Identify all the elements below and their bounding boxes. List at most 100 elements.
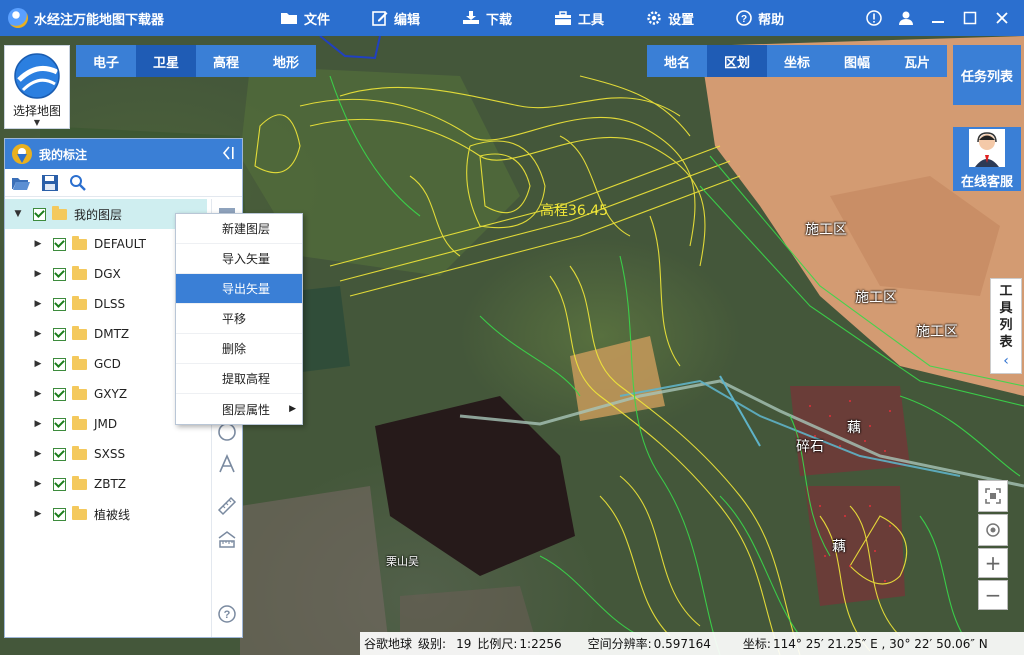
search-button[interactable] bbox=[69, 174, 87, 192]
window-controls bbox=[858, 0, 1018, 36]
online-service-label: 在线客服 bbox=[960, 175, 1013, 190]
status-bar: 谷歌地球 级别: 19 比例尺: 1:2256 空间分辨率: 0.597164 … bbox=[360, 632, 1024, 655]
circle-icon bbox=[218, 423, 236, 441]
menu-item-extract-elevation[interactable]: 提取高程 bbox=[176, 364, 302, 394]
collapse-panel-icon[interactable] bbox=[220, 145, 236, 161]
save-button[interactable] bbox=[41, 174, 59, 192]
tab-division[interactable]: 区划 bbox=[707, 45, 767, 77]
fullscreen-button[interactable] bbox=[978, 480, 1008, 512]
layer-checkbox[interactable] bbox=[53, 237, 66, 251]
map-source: 谷歌地球 bbox=[364, 637, 413, 651]
layer-checkbox[interactable] bbox=[53, 417, 66, 431]
menu-item-import-vector[interactable]: 导入矢量 bbox=[176, 244, 302, 274]
layer-checkbox[interactable] bbox=[33, 207, 46, 221]
expand-right-icon[interactable]: ▶ bbox=[31, 239, 45, 249]
tab-sheet[interactable]: 图幅 bbox=[827, 45, 887, 77]
text-tool[interactable] bbox=[216, 453, 238, 475]
folder-icon bbox=[72, 295, 87, 310]
layer-checkbox[interactable] bbox=[53, 477, 66, 491]
info-button[interactable] bbox=[858, 0, 890, 36]
layer-checkbox[interactable] bbox=[53, 357, 66, 371]
tab-tile[interactable]: 瓦片 bbox=[887, 45, 947, 77]
menu-item-new-layer[interactable]: 新建图层 bbox=[176, 214, 302, 244]
folder-icon bbox=[72, 265, 87, 280]
expand-down-icon[interactable]: ▼ bbox=[11, 209, 25, 219]
submenu-arrow-icon: ▶ bbox=[289, 404, 296, 414]
layer-checkbox[interactable] bbox=[53, 447, 66, 461]
expand-right-icon[interactable]: ▶ bbox=[31, 359, 45, 369]
minimize-icon bbox=[932, 21, 944, 23]
folder-icon bbox=[281, 13, 297, 24]
layer-checkbox[interactable] bbox=[53, 507, 66, 521]
layer-checkbox[interactable] bbox=[53, 267, 66, 281]
layer-item[interactable]: ▶ 植被线 bbox=[5, 499, 207, 529]
tab-place-name[interactable]: 地名 bbox=[647, 45, 707, 77]
menu-file[interactable]: 文件 bbox=[280, 0, 330, 36]
tab-elevation[interactable]: 高程 bbox=[196, 45, 256, 77]
layer-name: GXYZ bbox=[94, 387, 128, 401]
tool-list-tab[interactable]: 工 具 列 表 ‹ bbox=[990, 278, 1022, 374]
coordinate-label: 坐标: bbox=[742, 637, 771, 651]
maximize-icon bbox=[963, 11, 977, 25]
layer-checkbox[interactable] bbox=[53, 387, 66, 401]
layer-checkbox[interactable] bbox=[53, 297, 66, 311]
menu-item-export-vector[interactable]: 导出矢量 bbox=[176, 274, 302, 304]
layer-item[interactable]: ▶ ZBTZ bbox=[5, 469, 207, 499]
download-icon bbox=[463, 11, 480, 24]
expand-right-icon[interactable]: ▶ bbox=[31, 419, 45, 429]
folder-icon bbox=[72, 475, 87, 490]
area-measure-icon bbox=[218, 531, 236, 548]
expand-right-icon[interactable]: ▶ bbox=[31, 299, 45, 309]
zoom-level-value: 19 bbox=[456, 636, 472, 651]
measure-tool[interactable] bbox=[216, 495, 238, 517]
main-menu: 文件 编辑 下载 工具 设置 ? 帮助 bbox=[280, 0, 826, 36]
expand-right-icon[interactable]: ▶ bbox=[31, 389, 45, 399]
layer-name: GCD bbox=[94, 357, 121, 371]
open-folder-icon bbox=[12, 177, 30, 190]
close-button[interactable] bbox=[986, 0, 1018, 36]
tab-satellite[interactable]: 卫星 bbox=[136, 45, 196, 77]
menu-item-layer-properties[interactable]: 图层属性 ▶ bbox=[176, 394, 302, 424]
locate-icon bbox=[986, 523, 1000, 537]
expand-right-icon[interactable]: ▶ bbox=[31, 449, 45, 459]
tab-terrain[interactable]: 地形 bbox=[256, 45, 316, 77]
maximize-button[interactable] bbox=[954, 0, 986, 36]
minimize-button[interactable] bbox=[922, 0, 954, 36]
locate-button[interactable] bbox=[978, 514, 1008, 546]
folder-icon bbox=[52, 205, 67, 220]
menu-item-delete[interactable]: 删除 bbox=[176, 334, 302, 364]
zoom-out-button[interactable]: − bbox=[978, 580, 1008, 610]
menu-edit[interactable]: 编辑 bbox=[372, 0, 420, 36]
select-map-button[interactable]: 选择地图 ▼ bbox=[4, 45, 70, 129]
online-service-button[interactable]: 在线客服 bbox=[953, 127, 1021, 191]
menu-help[interactable]: ? 帮助 bbox=[736, 0, 784, 36]
layer-item[interactable]: ▶ SXSS bbox=[5, 439, 207, 469]
folder-icon bbox=[72, 385, 87, 400]
expand-right-icon[interactable]: ▶ bbox=[31, 269, 45, 279]
caret-down-icon: ▼ bbox=[33, 118, 41, 127]
help-tool[interactable]: ? bbox=[216, 603, 238, 625]
open-button[interactable] bbox=[11, 175, 31, 191]
construction-label-1: 施工区 bbox=[805, 222, 847, 238]
layer-context-menu: 新建图层 导入矢量 导出矢量 平移 删除 提取高程 图层属性 ▶ bbox=[175, 213, 303, 425]
svg-text:?: ? bbox=[741, 14, 747, 25]
menu-item-pan[interactable]: 平移 bbox=[176, 304, 302, 334]
close-icon bbox=[996, 12, 1008, 24]
app-title: 水经注万能地图下载器 bbox=[34, 12, 165, 28]
svg-text:?: ? bbox=[224, 609, 231, 621]
zoom-level-label: 级别: bbox=[418, 637, 447, 651]
expand-right-icon[interactable]: ▶ bbox=[31, 509, 45, 519]
area-measure-tool[interactable] bbox=[216, 529, 238, 551]
menu-settings[interactable]: 设置 bbox=[646, 0, 694, 36]
expand-right-icon[interactable]: ▶ bbox=[31, 479, 45, 489]
task-list-button[interactable]: 任务列表 bbox=[953, 45, 1021, 105]
layer-checkbox[interactable] bbox=[53, 327, 66, 341]
tab-coordinate[interactable]: 坐标 bbox=[767, 45, 827, 77]
coordinate-value: 114° 25′ 21.25″ E , 30° 22′ 50.06″ N bbox=[772, 636, 988, 651]
expand-right-icon[interactable]: ▶ bbox=[31, 329, 45, 339]
menu-download[interactable]: 下载 bbox=[462, 0, 512, 36]
tab-electronic[interactable]: 电子 bbox=[76, 45, 136, 77]
zoom-in-button[interactable]: + bbox=[978, 548, 1008, 578]
user-button[interactable] bbox=[890, 0, 922, 36]
menu-tools[interactable]: 工具 bbox=[554, 0, 604, 36]
